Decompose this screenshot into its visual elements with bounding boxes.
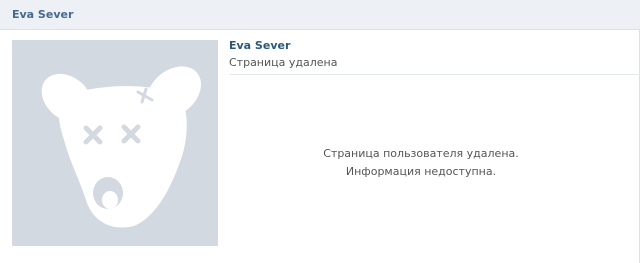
deleted-notice-line-2: Информация недоступна. <box>345 165 497 178</box>
profile-info: Eva Sever Страница удалена <box>229 37 640 71</box>
deleted-notice: Страница пользователя удалена. Информаци… <box>229 145 613 181</box>
profile-status: Страница удалена <box>229 56 338 69</box>
avatar <box>12 40 218 246</box>
profile-name[interactable]: Eva Sever <box>229 37 640 54</box>
deleted-notice-line-1: Страница пользователя удалена. <box>323 147 519 160</box>
profile-page: Eva Sever Eva Sever Страница удалена Стр… <box>0 0 640 263</box>
deleted-dog-icon <box>41 66 201 228</box>
info-divider <box>229 74 640 75</box>
page-header: Eva Sever <box>0 0 640 30</box>
header-title: Eva Sever <box>12 8 74 21</box>
